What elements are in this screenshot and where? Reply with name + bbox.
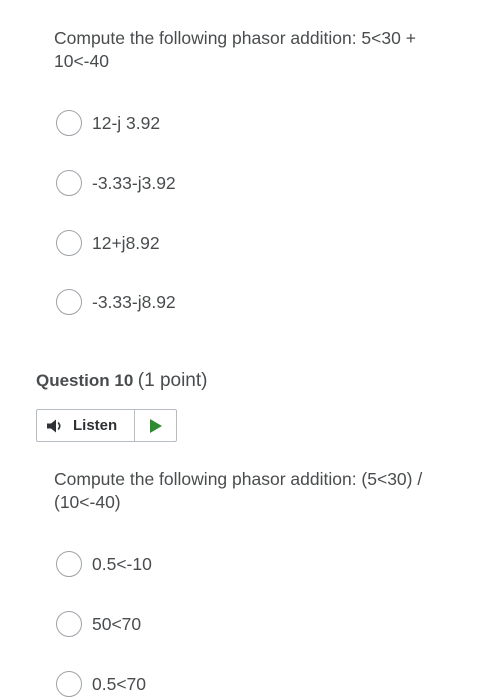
radio-button[interactable] xyxy=(56,170,82,196)
option-label: -3.33-j8.92 xyxy=(92,291,176,312)
question-title: Question 10 xyxy=(36,371,134,390)
radio-button[interactable] xyxy=(56,611,82,637)
option-label: 0.5<70 xyxy=(92,673,147,694)
radio-button[interactable] xyxy=(56,289,82,315)
q9-option-4[interactable]: -3.33-j8.92 xyxy=(56,287,176,317)
q10-option-2[interactable]: 50<70 xyxy=(56,609,141,639)
question-9-prompt: Compute the following phasor addition: 5… xyxy=(54,28,416,71)
q9-option-3[interactable]: 12+j8.92 xyxy=(56,228,160,258)
q10-option-1[interactable]: 0.5<-10 xyxy=(56,549,152,579)
listen-widget: Listen xyxy=(36,409,177,442)
radio-button[interactable] xyxy=(56,671,82,697)
play-icon xyxy=(149,418,163,434)
listen-button[interactable]: Listen xyxy=(37,410,135,441)
option-label: 0.5<-10 xyxy=(92,553,152,574)
q10-option-3[interactable]: 0.5<70 xyxy=(56,669,146,699)
q9-option-2[interactable]: -3.33-j3.92 xyxy=(56,168,176,198)
radio-button[interactable] xyxy=(56,230,82,256)
question-10-heading: Question 10 (1 point) xyxy=(36,370,207,392)
question-10-prompt: Compute the following phasor addition: (… xyxy=(54,469,423,512)
radio-button[interactable] xyxy=(56,110,82,136)
option-label: 12-j 3.92 xyxy=(92,112,161,133)
q9-option-1[interactable]: 12-j 3.92 xyxy=(56,108,160,138)
radio-button[interactable] xyxy=(56,551,82,577)
option-label: 12+j8.92 xyxy=(92,232,160,253)
listen-label: Listen xyxy=(73,417,118,434)
question-points: (1 point) xyxy=(137,370,208,391)
play-button[interactable] xyxy=(135,410,176,441)
speaker-icon xyxy=(46,418,66,434)
option-label: -3.33-j3.92 xyxy=(92,172,176,193)
option-label: 50<70 xyxy=(92,613,142,634)
